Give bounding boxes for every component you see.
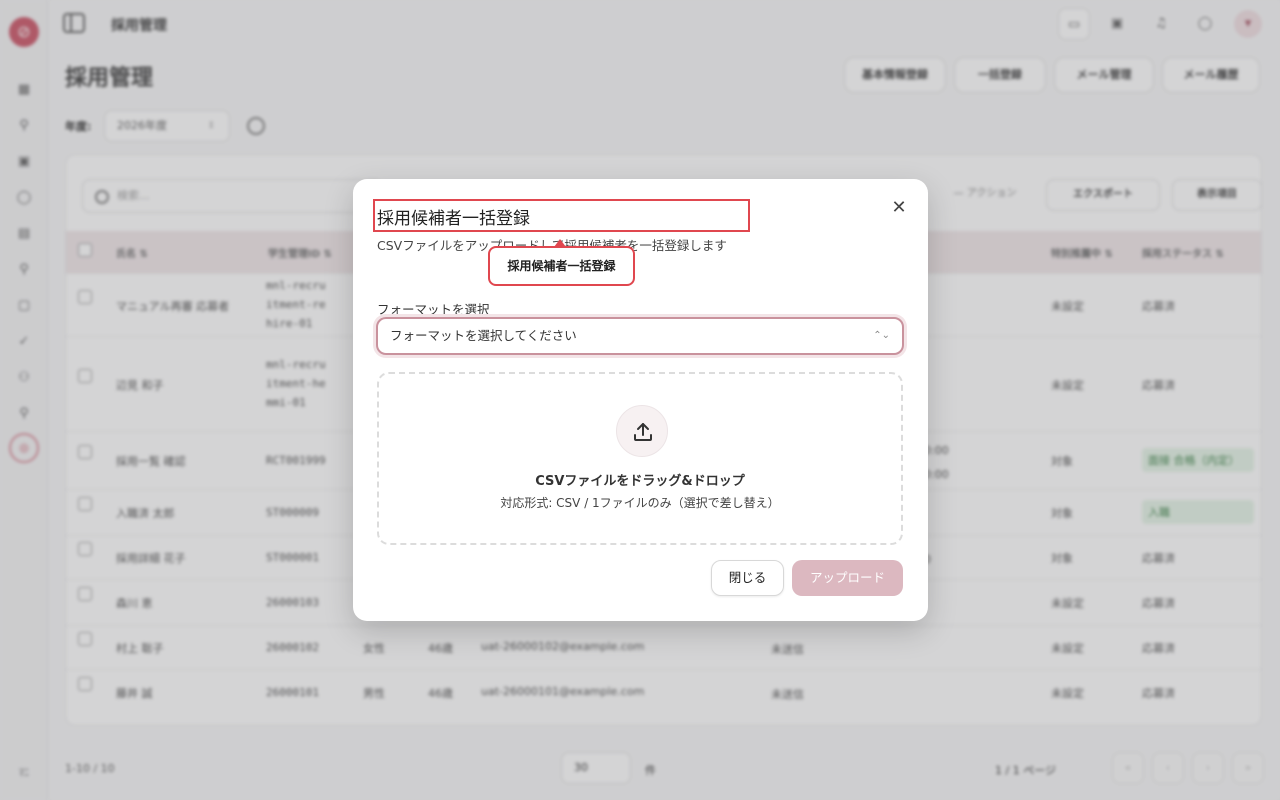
format-select[interactable]: フォーマットを選択してください ⌃⌄ bbox=[376, 317, 904, 355]
dropzone-subtitle: 対応形式: CSV / 1ファイルのみ（選択で差し替え） bbox=[500, 496, 780, 510]
bulk-register-dialog: 採用候補者一括登録 CSVファイルをアップロードして採用候補者を一括登録します … bbox=[353, 179, 928, 621]
csv-dropzone[interactable]: CSVファイルをドラッグ&ドロップ 対応形式: CSV / 1ファイルのみ（選択… bbox=[377, 372, 903, 545]
dropzone-title: CSVファイルをドラッグ&ドロップ bbox=[535, 474, 745, 489]
title-highlight-box bbox=[373, 199, 750, 232]
chevron-up-down-icon: ⌃⌄ bbox=[873, 330, 890, 341]
close-button[interactable]: 閉じる bbox=[711, 560, 784, 596]
format-label: フォーマットを選択 bbox=[377, 302, 490, 317]
format-select-value: フォーマットを選択してください bbox=[390, 328, 577, 343]
upload-icon bbox=[634, 423, 652, 441]
upload-button: アップロード bbox=[792, 560, 903, 596]
close-icon[interactable]: ✕ bbox=[889, 198, 909, 218]
title-tooltip: 採用候補者一括登録 bbox=[488, 239, 635, 286]
upload-icon-circle bbox=[616, 405, 668, 457]
